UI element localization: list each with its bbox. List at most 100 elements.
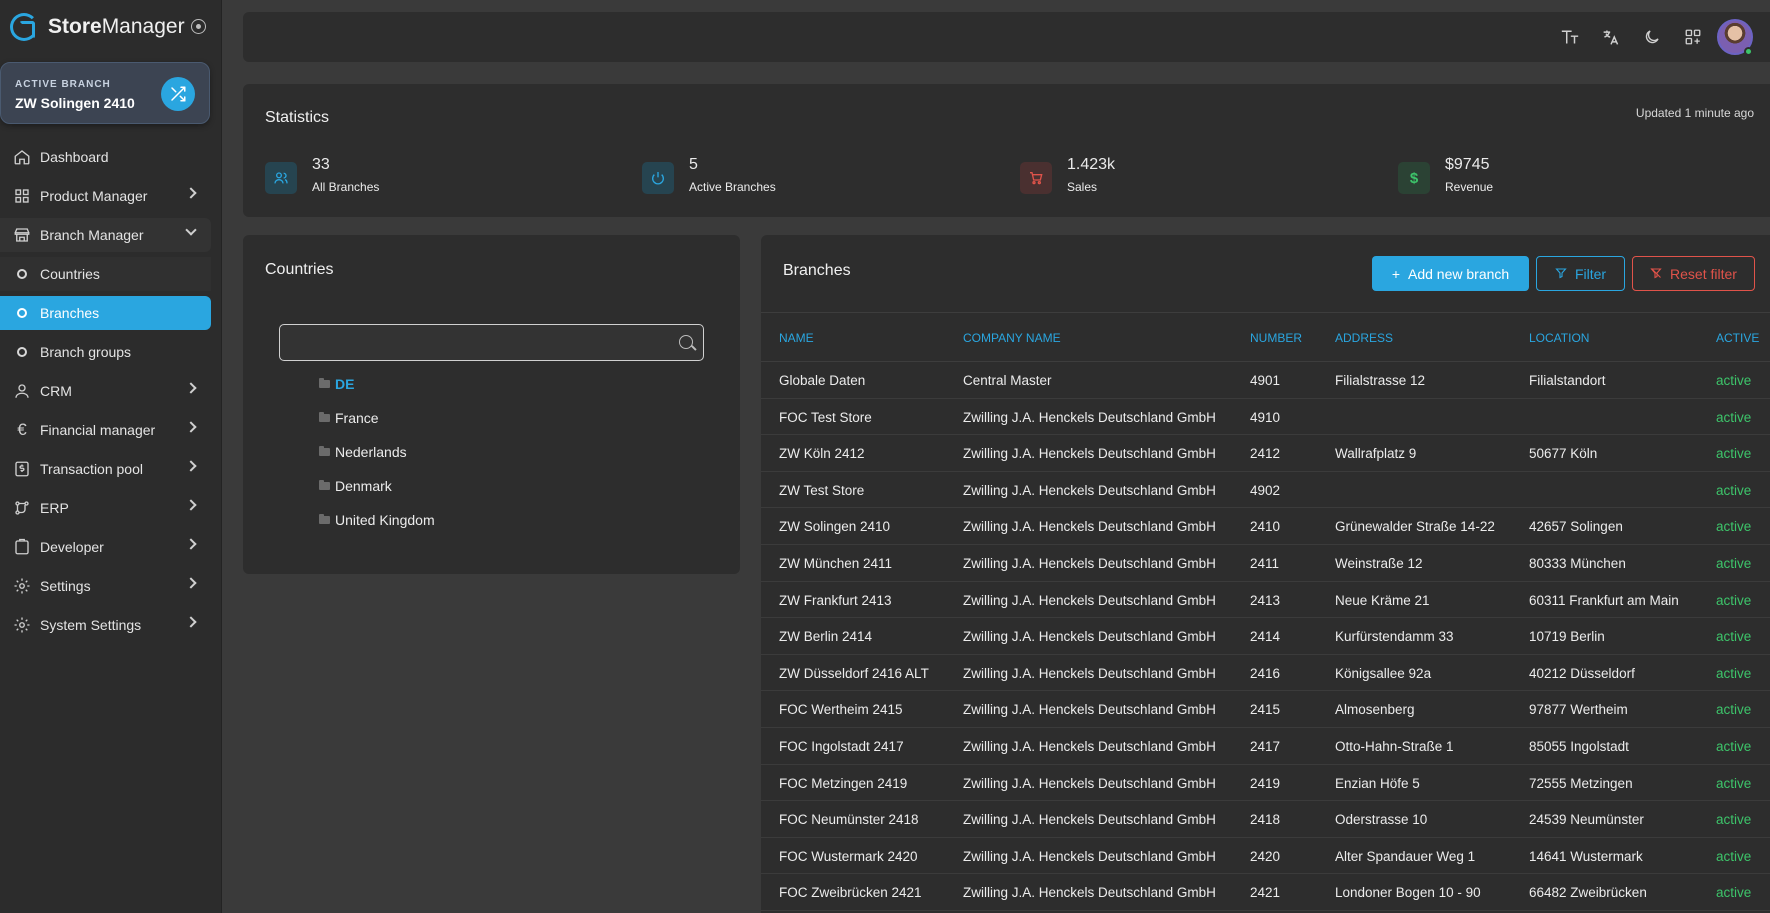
- sidebar-item-branches[interactable]: Branches: [0, 296, 211, 330]
- grid-icon: [13, 187, 31, 205]
- text-size-icon[interactable]: [1560, 28, 1580, 46]
- countries-tree: DE France Nederlands Denmark United King…: [319, 367, 435, 537]
- cell-address: Almosenberg: [1335, 702, 1415, 718]
- active-branch-card: ACTIVE BRANCH ZW Solingen 2410: [0, 62, 210, 124]
- cell-location: 66482 Zweibrücken: [1529, 885, 1647, 901]
- countries-title: Countries: [265, 261, 334, 278]
- statistics-updated: Updated 1 minute ago: [1635, 106, 1754, 120]
- apps-icon[interactable]: [1683, 28, 1703, 46]
- sidebar-item-developer[interactable]: Developer: [0, 530, 211, 564]
- cell-name: ZW Frankfurt 2413: [779, 592, 892, 608]
- tree-item-label: France: [335, 410, 379, 426]
- tree-item-france[interactable]: France: [319, 401, 435, 435]
- cell-address: Königsallee 92a: [1335, 665, 1432, 681]
- sidebar-item-system-settings[interactable]: System Settings: [0, 608, 211, 642]
- table-row[interactable]: ZW Test Store Zwilling J.A. Henckels Deut…: [761, 472, 1770, 509]
- table-row[interactable]: ZW Düsseldorf 2416 ALT Zwilling J.A. Henc…: [761, 655, 1770, 692]
- gear-icon: [13, 616, 31, 634]
- sidebar-item-label: Financial manager: [40, 422, 156, 438]
- tree-item-label: DE: [335, 376, 355, 392]
- table-row[interactable]: FOC Neumünster 2418 Zwilling J.A. Henckel…: [761, 801, 1770, 838]
- active-branch-label: ACTIVE BRANCH: [15, 79, 111, 90]
- table-row[interactable]: FOC Test Store Zwilling J.A. Henckels Deu…: [761, 399, 1770, 436]
- tree-item-nederlands[interactable]: Nederlands: [319, 435, 435, 469]
- tree-item-label: United Kingdom: [335, 512, 435, 528]
- cell-company: Zwilling J.A. Henckels Deutschland GmbH: [963, 629, 1216, 645]
- stat-value: 1.423k: [1067, 156, 1116, 173]
- table-row[interactable]: FOC Wertheim 2415 Zwilling J.A. Henckels …: [761, 691, 1770, 728]
- cell-active: active: [1716, 446, 1752, 462]
- column-header-active[interactable]: Active: [1716, 331, 1759, 345]
- cell-active: active: [1716, 775, 1752, 791]
- sidebar-item-label: Product Manager: [40, 188, 148, 204]
- cell-active: active: [1716, 592, 1752, 608]
- column-header-name[interactable]: Name: [779, 331, 814, 345]
- tree-item-denmark[interactable]: Denmark: [319, 469, 435, 503]
- branches-card: Branches + Add new branch Filter Reset fi…: [761, 235, 1770, 913]
- sidebar-item-label: Branch Manager: [40, 227, 144, 243]
- sidebar-item-transaction-pool[interactable]: Transaction pool: [0, 452, 211, 486]
- sidebar-item-branch-groups[interactable]: Branch groups: [0, 335, 211, 369]
- sidebar-item-financial-manager[interactable]: € Financial manager: [0, 413, 211, 447]
- tree-item-de[interactable]: DE: [319, 367, 435, 401]
- tree-item-label: Denmark: [335, 478, 392, 494]
- table-row[interactable]: ZW Köln 2412 Zwilling J.A. Henckels Deuts…: [761, 435, 1770, 472]
- power-icon: [642, 162, 674, 194]
- cell-number: 2415: [1250, 702, 1281, 718]
- table-row[interactable]: FOC Zweibrücken 2421 Zwilling J.A. Hencke…: [761, 874, 1770, 911]
- shuffle-icon: [171, 86, 186, 102]
- table-row[interactable]: FOC Wustermark 2420 Zwilling J.A. Henckel…: [761, 838, 1770, 875]
- dark-mode-icon[interactable]: [1642, 28, 1662, 46]
- table-row[interactable]: ZW Frankfurt 2413 Zwilling J.A. Henckels …: [761, 582, 1770, 619]
- sidebar-item-settings[interactable]: Settings: [0, 569, 211, 603]
- countries-card: Countries DE France Nederlands Denmark U…: [243, 235, 740, 574]
- sidebar-item-product-manager[interactable]: Product Manager: [0, 179, 211, 213]
- sidebar-item-crm[interactable]: CRM: [0, 374, 211, 408]
- chevron-right-icon: [185, 421, 197, 433]
- app-logo[interactable]: StoreManager: [10, 12, 185, 42]
- sidebar-item-countries[interactable]: Countries: [0, 257, 211, 291]
- countries-search-input[interactable]: [279, 324, 704, 361]
- column-header-number[interactable]: Number: [1250, 331, 1302, 345]
- filter-button[interactable]: Filter: [1536, 256, 1625, 291]
- reset-filter-label: Reset filter: [1670, 265, 1737, 282]
- table-row[interactable]: Globale Daten Central Master 4901 Filialstr…: [761, 362, 1770, 399]
- table-row[interactable]: ZW München 2411 Zwilling J.A. Henckels De…: [761, 545, 1770, 582]
- column-header-location[interactable]: Location: [1529, 331, 1589, 345]
- cell-number: 2414: [1250, 629, 1281, 645]
- column-header-company[interactable]: Company name: [963, 331, 1061, 345]
- circle-icon: [17, 269, 27, 279]
- circle-icon: [17, 308, 27, 318]
- chevron-right-icon: [185, 616, 197, 628]
- cell-address: Weinstraße 12: [1335, 555, 1423, 571]
- cell-number: 2411: [1250, 555, 1280, 571]
- reset-filter-button[interactable]: Reset filter: [1632, 256, 1755, 291]
- translate-icon[interactable]: [1601, 28, 1621, 46]
- add-branch-button[interactable]: + Add new branch: [1372, 256, 1529, 291]
- cell-location: 14641 Wustermark: [1529, 848, 1643, 864]
- table-row[interactable]: FOC Ingolstadt 2417 Zwilling J.A. Henckel…: [761, 728, 1770, 765]
- tree-item-united-kingdom[interactable]: United Kingdom: [319, 503, 435, 537]
- gear-icon: [13, 577, 31, 595]
- sidebar-item-label: Transaction pool: [40, 461, 143, 477]
- tree-item-label: Nederlands: [335, 444, 407, 460]
- switch-branch-button[interactable]: [161, 77, 195, 111]
- stat-value: 33: [312, 156, 330, 173]
- table-row[interactable]: ZW Solingen 2410 Zwilling J.A. Henckels D…: [761, 508, 1770, 545]
- column-header-address[interactable]: Address: [1335, 331, 1393, 345]
- sidebar-item-dashboard[interactable]: Dashboard: [0, 140, 211, 174]
- table-row[interactable]: FOC Metzingen 2419 Zwilling J.A. Henckels…: [761, 765, 1770, 802]
- app-name-bold: Store: [48, 15, 102, 38]
- cell-address: Alter Spandauer Weg 1: [1335, 848, 1476, 864]
- sidebar-pin-icon[interactable]: [191, 19, 206, 34]
- sidebar-item-branch-manager[interactable]: Branch Manager: [0, 218, 211, 252]
- table-row[interactable]: ZW Berlin 2414 Zwilling J.A. Henckels Deu…: [761, 618, 1770, 655]
- table-header: Name Company name Number Address Locatio…: [761, 312, 1770, 362]
- cell-active: active: [1716, 848, 1752, 864]
- cell-company: Zwilling J.A. Henckels Deutschland GmbH: [963, 409, 1216, 425]
- cell-location: 50677 Köln: [1529, 446, 1598, 462]
- sidebar-item-erp[interactable]: ERP: [0, 491, 211, 525]
- cell-number: 2419: [1250, 775, 1281, 791]
- table-body: Globale Daten Central Master 4901 Filialstr…: [761, 362, 1770, 911]
- cell-active: active: [1716, 738, 1752, 754]
